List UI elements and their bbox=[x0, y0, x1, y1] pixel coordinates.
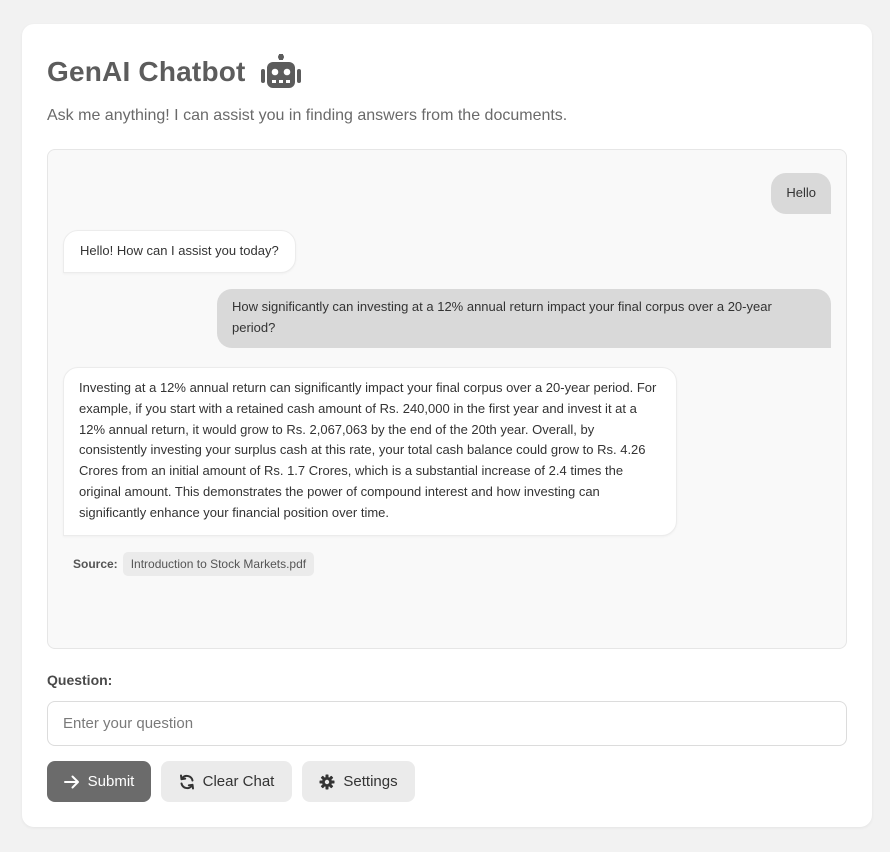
clear-chat-button[interactable]: Clear Chat bbox=[161, 761, 292, 802]
gear-icon bbox=[319, 774, 335, 789]
submit-button[interactable]: Submit bbox=[47, 761, 151, 802]
bot-message: Investing at a 12% annual return can sig… bbox=[63, 367, 677, 536]
page-title: GenAI Chatbot bbox=[47, 56, 246, 87]
robot-icon bbox=[260, 54, 302, 90]
chat-history[interactable]: Hello Hello! How can I assist you today?… bbox=[47, 149, 847, 649]
refresh-icon bbox=[179, 774, 194, 789]
settings-label: Settings bbox=[343, 773, 398, 790]
clear-chat-label: Clear Chat bbox=[202, 773, 275, 790]
question-input[interactable] bbox=[47, 701, 847, 746]
source-reference: Source: Introduction to Stock Markets.pd… bbox=[73, 552, 315, 576]
submit-label: Submit bbox=[87, 773, 135, 790]
page-subtitle: Ask me anything! I can assist you in fin… bbox=[47, 107, 568, 124]
settings-button[interactable]: Settings bbox=[302, 761, 415, 802]
chatbot-card: GenAI Chatbot Ask me anything! I can ass… bbox=[22, 24, 872, 827]
question-label: Question: bbox=[47, 672, 113, 688]
user-message: How significantly can investing at a 12%… bbox=[217, 289, 831, 348]
bot-message: Hello! How can I assist you today? bbox=[63, 230, 296, 273]
user-message: Hello bbox=[771, 173, 831, 214]
source-file-chip[interactable]: Introduction to Stock Markets.pdf bbox=[122, 552, 315, 576]
source-label: Source: bbox=[73, 557, 118, 571]
arrow-right-icon bbox=[63, 775, 79, 788]
header: GenAI Chatbot bbox=[47, 54, 302, 90]
